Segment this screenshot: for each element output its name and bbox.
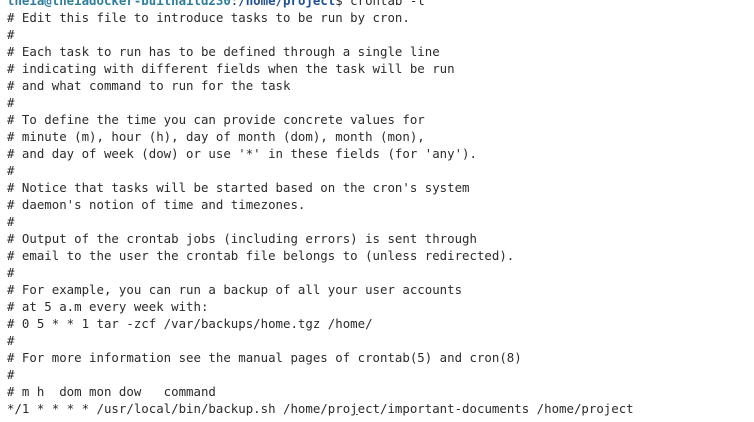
output-line: # xyxy=(7,333,15,348)
prompt-line: theia@theiadocker-buithaild230:/home/pro… xyxy=(7,0,754,9)
output-line: # For more information see the manual pa… xyxy=(7,350,522,365)
text-cursor: j xyxy=(350,401,358,416)
output-line: # at 5 a.m every week with: xyxy=(7,299,209,314)
crontab-entry-start: */1 * * * * /usr/local/bin/backup.sh /ho… xyxy=(7,401,351,416)
output-line: # To define the time you can provide con… xyxy=(7,112,425,127)
prompt-path: /home/project xyxy=(238,0,336,8)
prompt-symbol: $ xyxy=(335,0,351,8)
output-line: # For example, you can run a backup of a… xyxy=(7,282,463,297)
output-line: # xyxy=(7,367,15,382)
output-line: # m h dom mon dow command xyxy=(7,384,216,399)
output-line: # xyxy=(7,265,15,280)
output-line: # daemon's notion of time and timezones. xyxy=(7,197,306,212)
output-line: # minute (m), hour (h), day of month (do… xyxy=(7,129,425,144)
output-line: # and what command to run for the task xyxy=(7,78,291,93)
output-line: # 0 5 * * 1 tar -zcf /var/backups/home.t… xyxy=(7,316,373,331)
prompt-user-host: theia@theiadocker-buithaild230 xyxy=(7,0,231,8)
output-line: # Edit this file to introduce tasks to b… xyxy=(7,10,410,25)
output-line: # Each task to run has to be defined thr… xyxy=(7,44,440,59)
output-line: # xyxy=(7,163,15,178)
output-line: # and day of week (dow) or use '*' in th… xyxy=(7,146,477,161)
crontab-entry-line[interactable]: */1 * * * * /usr/local/bin/backup.sh /ho… xyxy=(7,400,754,417)
terminal-window[interactable]: theia@theiadocker-buithaild230:/home/pro… xyxy=(0,0,754,422)
output-line: # xyxy=(7,214,15,229)
prompt-command: crontab -l xyxy=(350,0,425,8)
output-line: # email to the user the crontab file bel… xyxy=(7,248,515,263)
output-line: # Output of the crontab jobs (including … xyxy=(7,231,477,246)
crontab-entry-end: ect/important-documents /home/project xyxy=(357,401,634,416)
output-line: # Notice that tasks will be started base… xyxy=(7,180,470,195)
terminal-output: theia@theiadocker-buithaild230:/home/pro… xyxy=(7,0,754,417)
output-line: # xyxy=(7,95,15,110)
output-line: # indicating with different fields when … xyxy=(7,61,455,76)
output-line: # xyxy=(7,27,15,42)
